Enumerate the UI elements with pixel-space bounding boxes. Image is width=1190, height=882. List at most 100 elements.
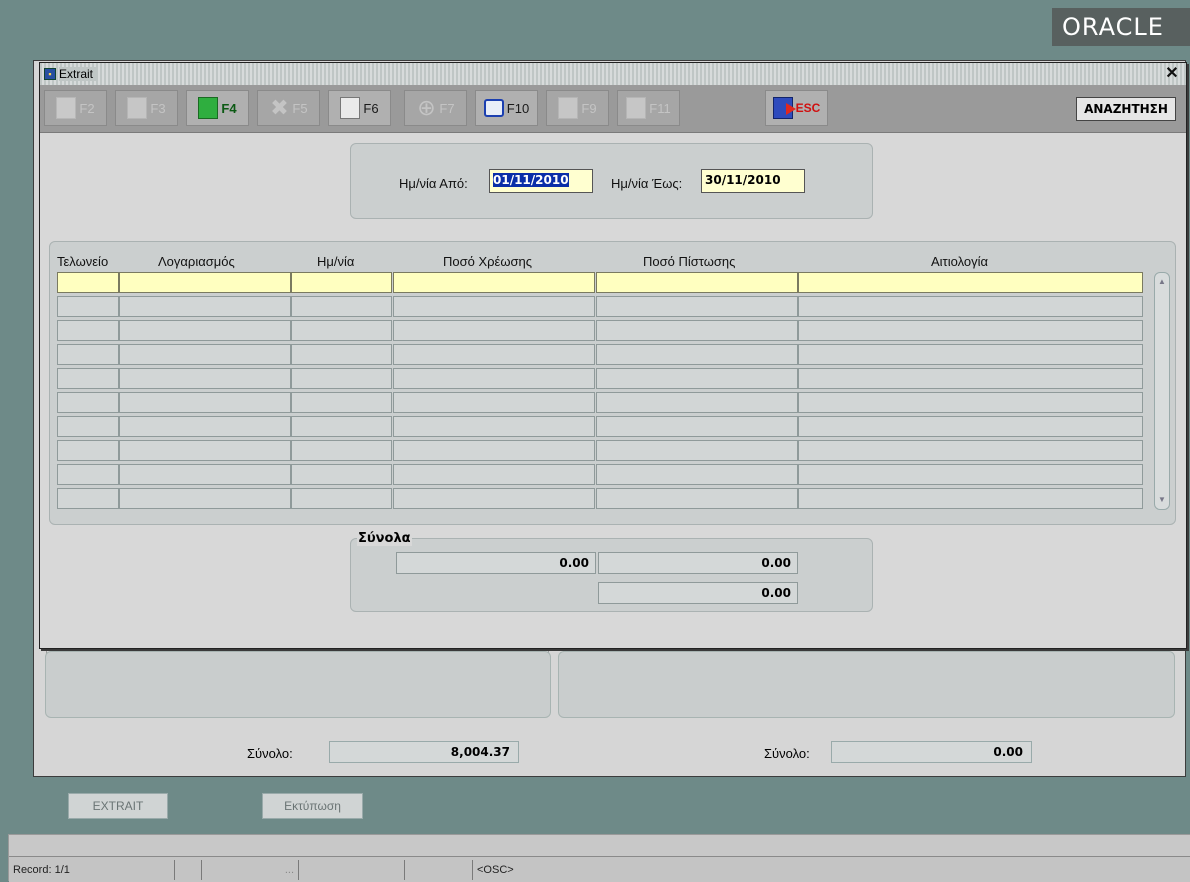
grid-cell-customs[interactable] xyxy=(57,392,119,413)
right-total-field[interactable]: 0.00 xyxy=(831,741,1032,763)
status-segment-5 xyxy=(405,860,473,880)
close-icon[interactable]: ✕ xyxy=(1164,65,1180,83)
f5-delete-button[interactable]: ✖ F5 xyxy=(257,90,320,126)
grid-cell-account[interactable] xyxy=(119,272,291,293)
grid-cell-account[interactable] xyxy=(119,368,291,389)
grid-cell-debit[interactable] xyxy=(393,320,595,341)
balance-total-field[interactable]: 0.00 xyxy=(598,582,798,604)
grid-cell-reason[interactable] xyxy=(798,320,1143,341)
grid-cell-debit[interactable] xyxy=(393,464,595,485)
f7-label: F7 xyxy=(439,100,455,116)
grid-cell-reason[interactable] xyxy=(798,296,1143,317)
grid-cell-reason[interactable] xyxy=(798,344,1143,365)
scroll-up-icon[interactable]: ▲ xyxy=(1157,277,1167,287)
grid-cell-debit[interactable] xyxy=(393,272,595,293)
debit-total-field[interactable]: 0.00 xyxy=(396,552,596,574)
right-total-label: Σύνολο: xyxy=(764,746,810,761)
grid-cell-customs[interactable] xyxy=(57,344,119,365)
grid-cell-reason[interactable] xyxy=(798,272,1143,293)
toolbar: F2 F3 F4 ✖ F5 F6 ⊕ F7 F10 F9 F11 ESC ΑΝΑ… xyxy=(40,85,1186,133)
left-total-field[interactable]: 8,004.37 xyxy=(329,741,519,763)
grid-cell-credit[interactable] xyxy=(596,296,798,317)
grid-cell-credit[interactable] xyxy=(596,488,798,509)
grid-cell-account[interactable] xyxy=(119,392,291,413)
f9-insert-button[interactable]: F9 xyxy=(546,90,609,126)
grid-cell-date[interactable] xyxy=(291,344,392,365)
grid-cell-debit[interactable] xyxy=(393,344,595,365)
grid-cell-account[interactable] xyxy=(119,440,291,461)
grid-cell-reason[interactable] xyxy=(798,368,1143,389)
grid-cell-reason[interactable] xyxy=(798,488,1143,509)
grid-cell-credit[interactable] xyxy=(596,464,798,485)
grid-cell-date[interactable] xyxy=(291,488,392,509)
grid-cell-customs[interactable] xyxy=(57,416,119,437)
grid-cell-credit[interactable] xyxy=(596,416,798,437)
grid-cell-credit[interactable] xyxy=(596,320,798,341)
grid-cell-date[interactable] xyxy=(291,272,392,293)
grid-cell-date[interactable] xyxy=(291,464,392,485)
save-icon xyxy=(56,97,77,119)
f4-execute-button[interactable]: F4 xyxy=(186,90,249,126)
f11-remove-button[interactable]: F11 xyxy=(617,90,680,126)
grid-scrollbar[interactable]: ▲ ▼ xyxy=(1154,272,1170,510)
f2-save-button[interactable]: F2 xyxy=(44,90,107,126)
grid-cell-account[interactable] xyxy=(119,488,291,509)
grid-cell-customs[interactable] xyxy=(57,440,119,461)
grid-cell-account[interactable] xyxy=(119,296,291,317)
grid-cell-credit[interactable] xyxy=(596,368,798,389)
grid-cell-account[interactable] xyxy=(119,416,291,437)
grid-cell-account[interactable] xyxy=(119,344,291,365)
date-filter-panel: Ημ/νία Από: 01/11/2010 Ημ/νία Έως: 30/11… xyxy=(350,143,873,219)
credit-total-field[interactable]: 0.00 xyxy=(598,552,798,574)
grid-cell-date[interactable] xyxy=(291,320,392,341)
f7-find-button[interactable]: ⊕ F7 xyxy=(404,90,467,126)
to-date-value: 30/11/2010 xyxy=(705,173,781,187)
grid-cell-reason[interactable] xyxy=(798,440,1143,461)
grid-cell-customs[interactable] xyxy=(57,296,119,317)
esc-exit-button[interactable]: ESC xyxy=(765,90,828,126)
totals-panel: Σύνολα 0.00 0.00 0.00 xyxy=(350,531,873,612)
extrait-window: ▪ Extrait ✕ F2 F3 F4 ✖ F5 F6 ⊕ F7 F10 F9… xyxy=(39,62,1187,649)
search-button[interactable]: ΑΝΑΖΗΤΗΣΗ xyxy=(1076,97,1176,121)
grid-cell-debit[interactable] xyxy=(393,440,595,461)
grid-cell-debit[interactable] xyxy=(393,296,595,317)
grid-cell-debit[interactable] xyxy=(393,416,595,437)
f3-query-button[interactable]: F3 xyxy=(115,90,178,126)
grid-cell-customs[interactable] xyxy=(57,368,119,389)
grid-cell-account[interactable] xyxy=(119,320,291,341)
grid-cell-date[interactable] xyxy=(291,368,392,389)
grid-cell-date[interactable] xyxy=(291,416,392,437)
f10-label: F10 xyxy=(506,100,530,116)
extrait-button[interactable]: EXTRAIT xyxy=(68,793,168,819)
grid-cell-credit[interactable] xyxy=(596,344,798,365)
grid-cell-debit[interactable] xyxy=(393,392,595,413)
grid-cell-date[interactable] xyxy=(291,296,392,317)
execute-icon xyxy=(198,97,219,119)
grid-cell-customs[interactable] xyxy=(57,320,119,341)
status-row: Record: 1/1 ... <OSC> xyxy=(9,856,1190,882)
grid-cell-account[interactable] xyxy=(119,464,291,485)
grid-cell-reason[interactable] xyxy=(798,464,1143,485)
grid-cell-debit[interactable] xyxy=(393,488,595,509)
grid-cell-credit[interactable] xyxy=(596,440,798,461)
grid-cell-date[interactable] xyxy=(291,392,392,413)
window-titlebar[interactable]: ▪ Extrait ✕ xyxy=(40,63,1186,85)
to-date-field[interactable]: 30/11/2010 xyxy=(701,169,805,193)
grid-cell-credit[interactable] xyxy=(596,392,798,413)
scroll-down-icon[interactable]: ▼ xyxy=(1157,495,1167,505)
f10-print-button[interactable]: F10 xyxy=(475,90,538,126)
grid-cell-customs[interactable] xyxy=(57,272,119,293)
grid-cell-customs[interactable] xyxy=(57,464,119,485)
f5-label: F5 xyxy=(292,100,308,116)
grid-cell-customs[interactable] xyxy=(57,488,119,509)
grid-cell-debit[interactable] xyxy=(393,368,595,389)
grid-cell-reason[interactable] xyxy=(798,392,1143,413)
exit-door-icon xyxy=(772,97,796,119)
grid-cell-credit[interactable] xyxy=(596,272,798,293)
f6-label: F6 xyxy=(363,100,379,116)
grid-cell-reason[interactable] xyxy=(798,416,1143,437)
grid-cell-date[interactable] xyxy=(291,440,392,461)
f6-new-record-button[interactable]: F6 xyxy=(328,90,391,126)
from-date-field[interactable]: 01/11/2010 xyxy=(489,169,593,193)
print-button[interactable]: Εκτύπωση xyxy=(262,793,363,819)
